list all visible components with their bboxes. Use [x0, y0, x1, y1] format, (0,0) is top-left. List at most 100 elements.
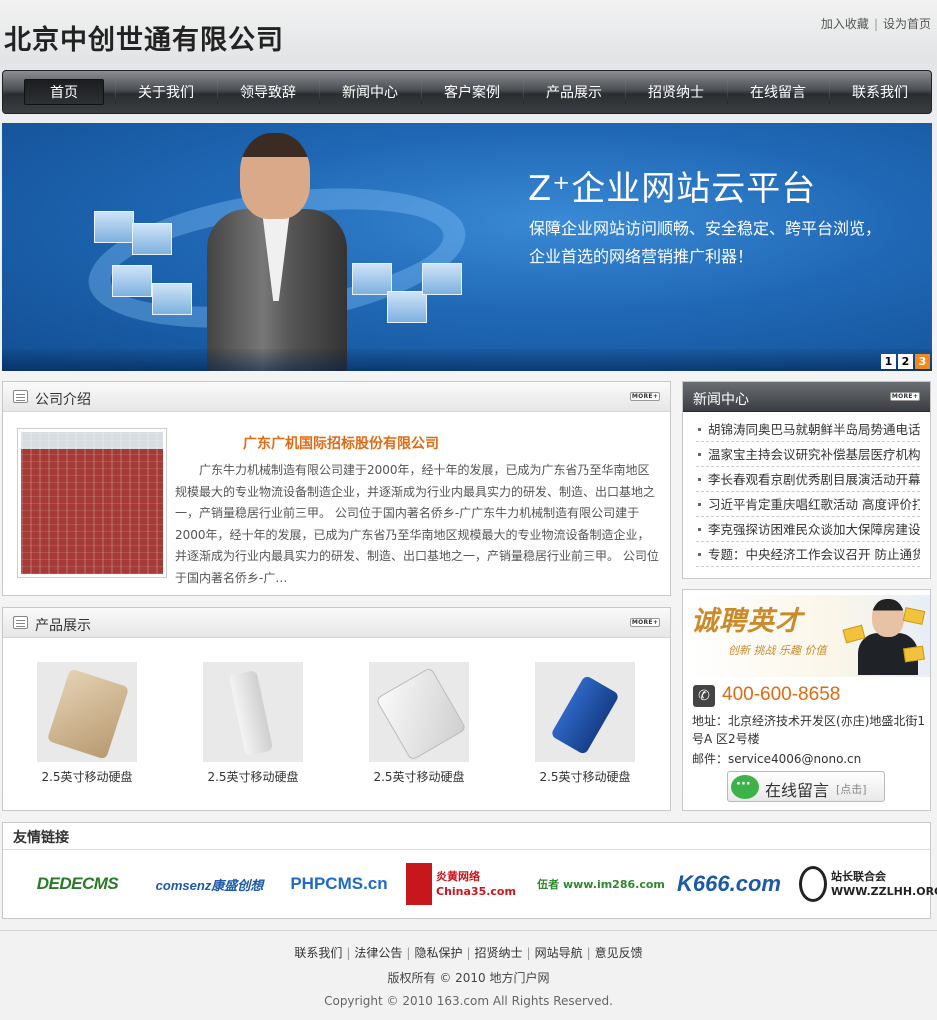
china35-mark-icon [406, 863, 432, 905]
phpcms-logo[interactable]: PHPCMS.cn [281, 861, 397, 907]
footer-link-contact[interactable]: 联系我们 [294, 946, 342, 960]
nav-item-jobs[interactable]: 招贤纳士 [625, 70, 727, 114]
footer-divider [0, 930, 937, 931]
hard-drive-graphic [46, 668, 130, 760]
email: 邮件：service4006@nono.cn [692, 750, 861, 767]
dedecms-logo-text: DEDECMS [36, 874, 119, 893]
intro-panel: 公司介绍 MORE+ 广东广机国际招标股份有限公司 广东牛力机械制造有限公司建于… [2, 381, 671, 596]
im286-logo-text: 伍者 www.im286.com [537, 878, 665, 891]
site-title: 北京中创世通有限公司 [4, 25, 284, 56]
company-building-image[interactable] [17, 428, 167, 578]
top-links: 加入收藏 | 设为首页 [821, 15, 931, 32]
product-image[interactable] [203, 662, 303, 762]
product-image[interactable] [535, 662, 635, 762]
product-name[interactable]: 2.5英寸移动硬盘 [27, 768, 147, 785]
nav-item-cases[interactable]: 客户案例 [421, 70, 523, 114]
online-message-button[interactable]: 在线留言 [点击] [727, 771, 885, 802]
news-list: 胡锦涛同奥巴马就朝鲜半岛局势通电话 温家宝主持会议研究补偿基层医疗机构 李长春观… [683, 417, 930, 567]
footer-separator: | [586, 946, 591, 960]
product-image[interactable] [37, 662, 137, 762]
banner-page-3[interactable]: 3 [915, 354, 930, 369]
chat-bubble-icon [731, 775, 759, 799]
footer-separator: | [526, 946, 531, 960]
k666-logo-text: K666.com [677, 871, 781, 896]
nav-item-products[interactable]: 产品展示 [523, 70, 625, 114]
products-panel-header: 产品展示 MORE+ [3, 608, 670, 638]
recruit-words: 创新 挑战 乐趣 价值 [728, 644, 827, 657]
footer-separator: | [466, 946, 471, 960]
nav-item-contact[interactable]: 联系我们 [829, 70, 931, 114]
product-image[interactable] [369, 662, 469, 762]
recruit-banner[interactable]: 诚聘英才 创新 挑战 乐趣 价值 [688, 595, 930, 677]
intro-heading[interactable]: 广东广机国际招标股份有限公司 [181, 433, 501, 453]
nav-item-about[interactable]: 关于我们 [115, 70, 217, 114]
nav-label: 在线留言 [750, 85, 806, 101]
phpcms-logo-text: PHPCMS.cn [290, 874, 388, 893]
friend-links-panel: 友情链接 DEDECMS comsenz康盛创想 PHPCMS.cn 炎黄网络 … [2, 822, 937, 919]
intro-more-button[interactable]: MORE+ [630, 392, 660, 401]
footer-separator: | [406, 946, 411, 960]
footer-separator: | [346, 946, 351, 960]
zzlhh-mark-icon [799, 866, 827, 902]
china35-logo-text: 炎黄网络 China35.com [436, 870, 516, 898]
comsenz-logo-text: comsenz康盛创想 [155, 877, 264, 893]
hero-banner[interactable]: Z⁺企业网站云平台 保障企业网站访问顺畅、安全稳定、跨平台浏览， 企业首选的网络… [2, 123, 932, 371]
footer-link-jobs[interactable]: 招贤纳士 [475, 946, 523, 960]
friend-links-title: 友情链接 [13, 830, 69, 846]
product-name[interactable]: 2.5英寸移动硬盘 [193, 768, 313, 785]
nav-item-leader-speech[interactable]: 领导致辞 [217, 70, 319, 114]
email-value[interactable]: service4006@nono.cn [728, 752, 861, 766]
product-card[interactable]: 2.5英寸移动硬盘 [27, 662, 147, 785]
banner-pager: 1 2 3 [881, 354, 930, 369]
recruit-person-head [872, 599, 904, 637]
news-item[interactable]: 李长春观看京剧优秀剧目展演活动开幕 [696, 467, 920, 492]
news-item[interactable]: 专题：中央经济工作会议召开 防止通货 [696, 542, 920, 567]
footer-copyright-en: Copyright © 2010 163.com All Rights Rese… [324, 994, 613, 1008]
banner-page-1[interactable]: 1 [881, 354, 896, 369]
china35-logo[interactable]: 炎黄网络 China35.com [405, 861, 529, 907]
list-icon [13, 390, 28, 403]
main-nav: 首页 关于我们 领导致辞 新闻中心 客户案例 产品展示 招贤纳士 在线留言 联系… [2, 70, 932, 114]
news-item[interactable]: 胡锦涛同奥巴马就朝鲜半岛局势通电话 [696, 417, 920, 442]
banner-page-2[interactable]: 2 [898, 354, 913, 369]
banner-bottom-strip [2, 349, 932, 371]
comsenz-logo[interactable]: comsenz康盛创想 [146, 861, 273, 907]
products-more-button[interactable]: MORE+ [630, 618, 660, 627]
recruit-title: 诚聘英才 [691, 606, 803, 637]
email-label: 邮件： [692, 752, 729, 766]
envelope-icon [903, 645, 925, 663]
news-more-button[interactable]: MORE+ [890, 392, 920, 401]
footer-link-feedback[interactable]: 意见反馈 [595, 946, 643, 960]
footer-copyright: 版权所有 © 2010 地方门户网 [387, 971, 550, 985]
add-favorite-link[interactable]: 加入收藏 [821, 17, 869, 31]
product-name[interactable]: 2.5英寸移动硬盘 [359, 768, 479, 785]
im286-logo[interactable]: 伍者 www.im286.com [537, 861, 665, 907]
banner-thumb-image [422, 263, 462, 295]
nav-label: 招贤纳士 [648, 85, 704, 101]
footer-link-legal[interactable]: 法律公告 [354, 946, 402, 960]
news-item[interactable]: 李克强探访困难民众谈加大保障房建设 [696, 517, 920, 542]
dedecms-logo[interactable]: DEDECMS [15, 861, 140, 907]
product-card[interactable]: 2.5英寸移动硬盘 [359, 662, 479, 785]
product-card[interactable]: 2.5英寸移动硬盘 [193, 662, 313, 785]
footer-links: 联系我们 | 法律公告 | 隐私保护 | 招贤纳士 | 网站导航 | 意见反馈 [0, 944, 937, 961]
footer-link-sitemap[interactable]: 网站导航 [535, 946, 583, 960]
nav-item-home[interactable]: 首页 [13, 70, 115, 114]
banner-title: Z⁺企业网站云平台 [528, 169, 817, 209]
nav-item-news[interactable]: 新闻中心 [319, 70, 421, 114]
zzlhh-logo[interactable]: 站长联合会 WWW.ZZLHH.ORG [796, 861, 937, 907]
news-item[interactable]: 温家宝主持会议研究补偿基层医疗机构 [696, 442, 920, 467]
news-item[interactable]: 习近平肯定重庆唱红歌活动 高度评价打 [696, 492, 920, 517]
k666-logo[interactable]: K666.com [667, 861, 791, 907]
nav-item-message[interactable]: 在线留言 [727, 70, 829, 114]
set-homepage-link[interactable]: 设为首页 [883, 17, 931, 31]
footer-link-privacy[interactable]: 隐私保护 [414, 946, 462, 960]
divider [3, 849, 930, 850]
banner-subtitle-1: 保障企业网站访问顺畅、安全稳定、跨平台浏览， [529, 219, 882, 238]
banner-thumb-image [94, 211, 134, 243]
zzlhh-logo-text: 站长联合会 WWW.ZZLHH.ORG [831, 870, 937, 898]
product-card[interactable]: 2.5英寸移动硬盘 [525, 662, 645, 785]
product-name[interactable]: 2.5英寸移动硬盘 [525, 768, 645, 785]
products-panel-title: 产品展示 [35, 618, 91, 634]
phone-icon: ✆ [693, 685, 715, 707]
